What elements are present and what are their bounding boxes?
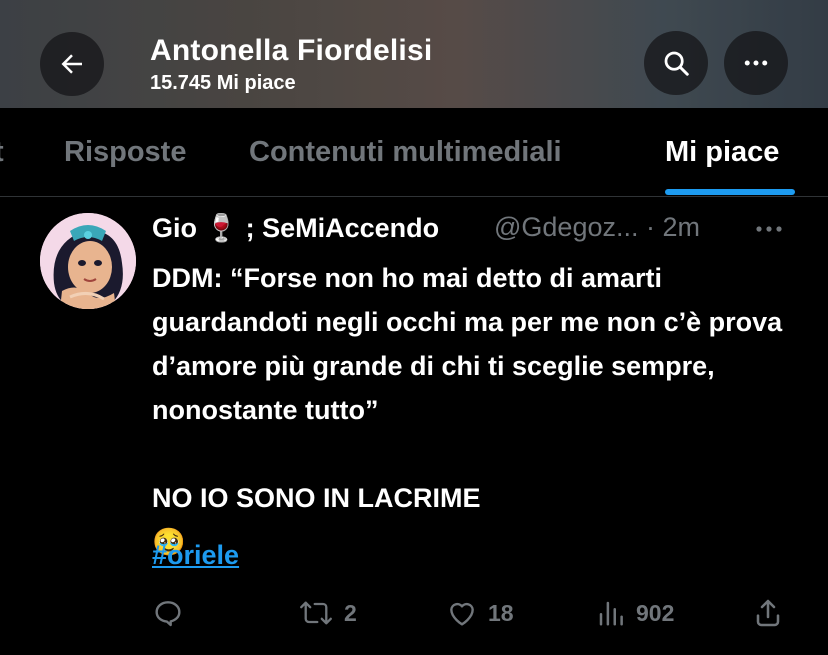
tab-replies[interactable]: Risposte xyxy=(64,136,186,169)
tweet-more-button[interactable] xyxy=(754,222,784,241)
tweet-text: DDM: “Forse non ho mai detto di amarti g… xyxy=(152,263,783,557)
active-tab-indicator xyxy=(665,189,795,195)
tab-likes[interactable]: Mi piace xyxy=(665,136,779,169)
likes-count: 15.745 Mi piace xyxy=(150,72,296,94)
tweet-author-name[interactable]: Gio 🍷 ; SeMiAccendo xyxy=(152,212,439,244)
back-button[interactable] xyxy=(40,32,104,96)
profile-name: Antonella Fiordelisi xyxy=(150,34,433,67)
hashtag-link[interactable]: #oriele xyxy=(152,540,239,571)
like-count: 18 xyxy=(488,599,514,626)
share-button[interactable] xyxy=(752,597,784,629)
reply-icon xyxy=(155,601,181,627)
views-button[interactable]: 902 xyxy=(596,597,674,629)
views-icon xyxy=(599,601,623,626)
like-button[interactable]: 18 xyxy=(446,597,514,629)
profile-tabs: t Risposte Contenuti multimediali Mi pia… xyxy=(0,108,828,197)
views-count: 902 xyxy=(636,599,675,626)
tab-partial[interactable]: t xyxy=(0,136,4,169)
avatar[interactable] xyxy=(40,213,136,309)
more-icon xyxy=(744,60,768,66)
tweet-handle-time[interactable]: @Gdegoz... · 2m xyxy=(494,212,700,243)
reply-button[interactable] xyxy=(152,597,184,629)
more-options-button[interactable] xyxy=(724,31,788,95)
search-icon xyxy=(664,51,689,76)
search-button[interactable] xyxy=(644,31,708,95)
tab-media[interactable]: Contenuti multimediali xyxy=(249,136,562,169)
tweet-more-icon xyxy=(756,226,782,232)
share-icon xyxy=(756,599,780,627)
avatar-illustration xyxy=(40,213,136,309)
heart-icon xyxy=(450,602,474,626)
repost-count: 2 xyxy=(344,599,357,626)
repost-button[interactable]: 2 xyxy=(298,597,357,629)
repost-icon xyxy=(300,601,332,625)
back-arrow-icon xyxy=(61,54,82,74)
